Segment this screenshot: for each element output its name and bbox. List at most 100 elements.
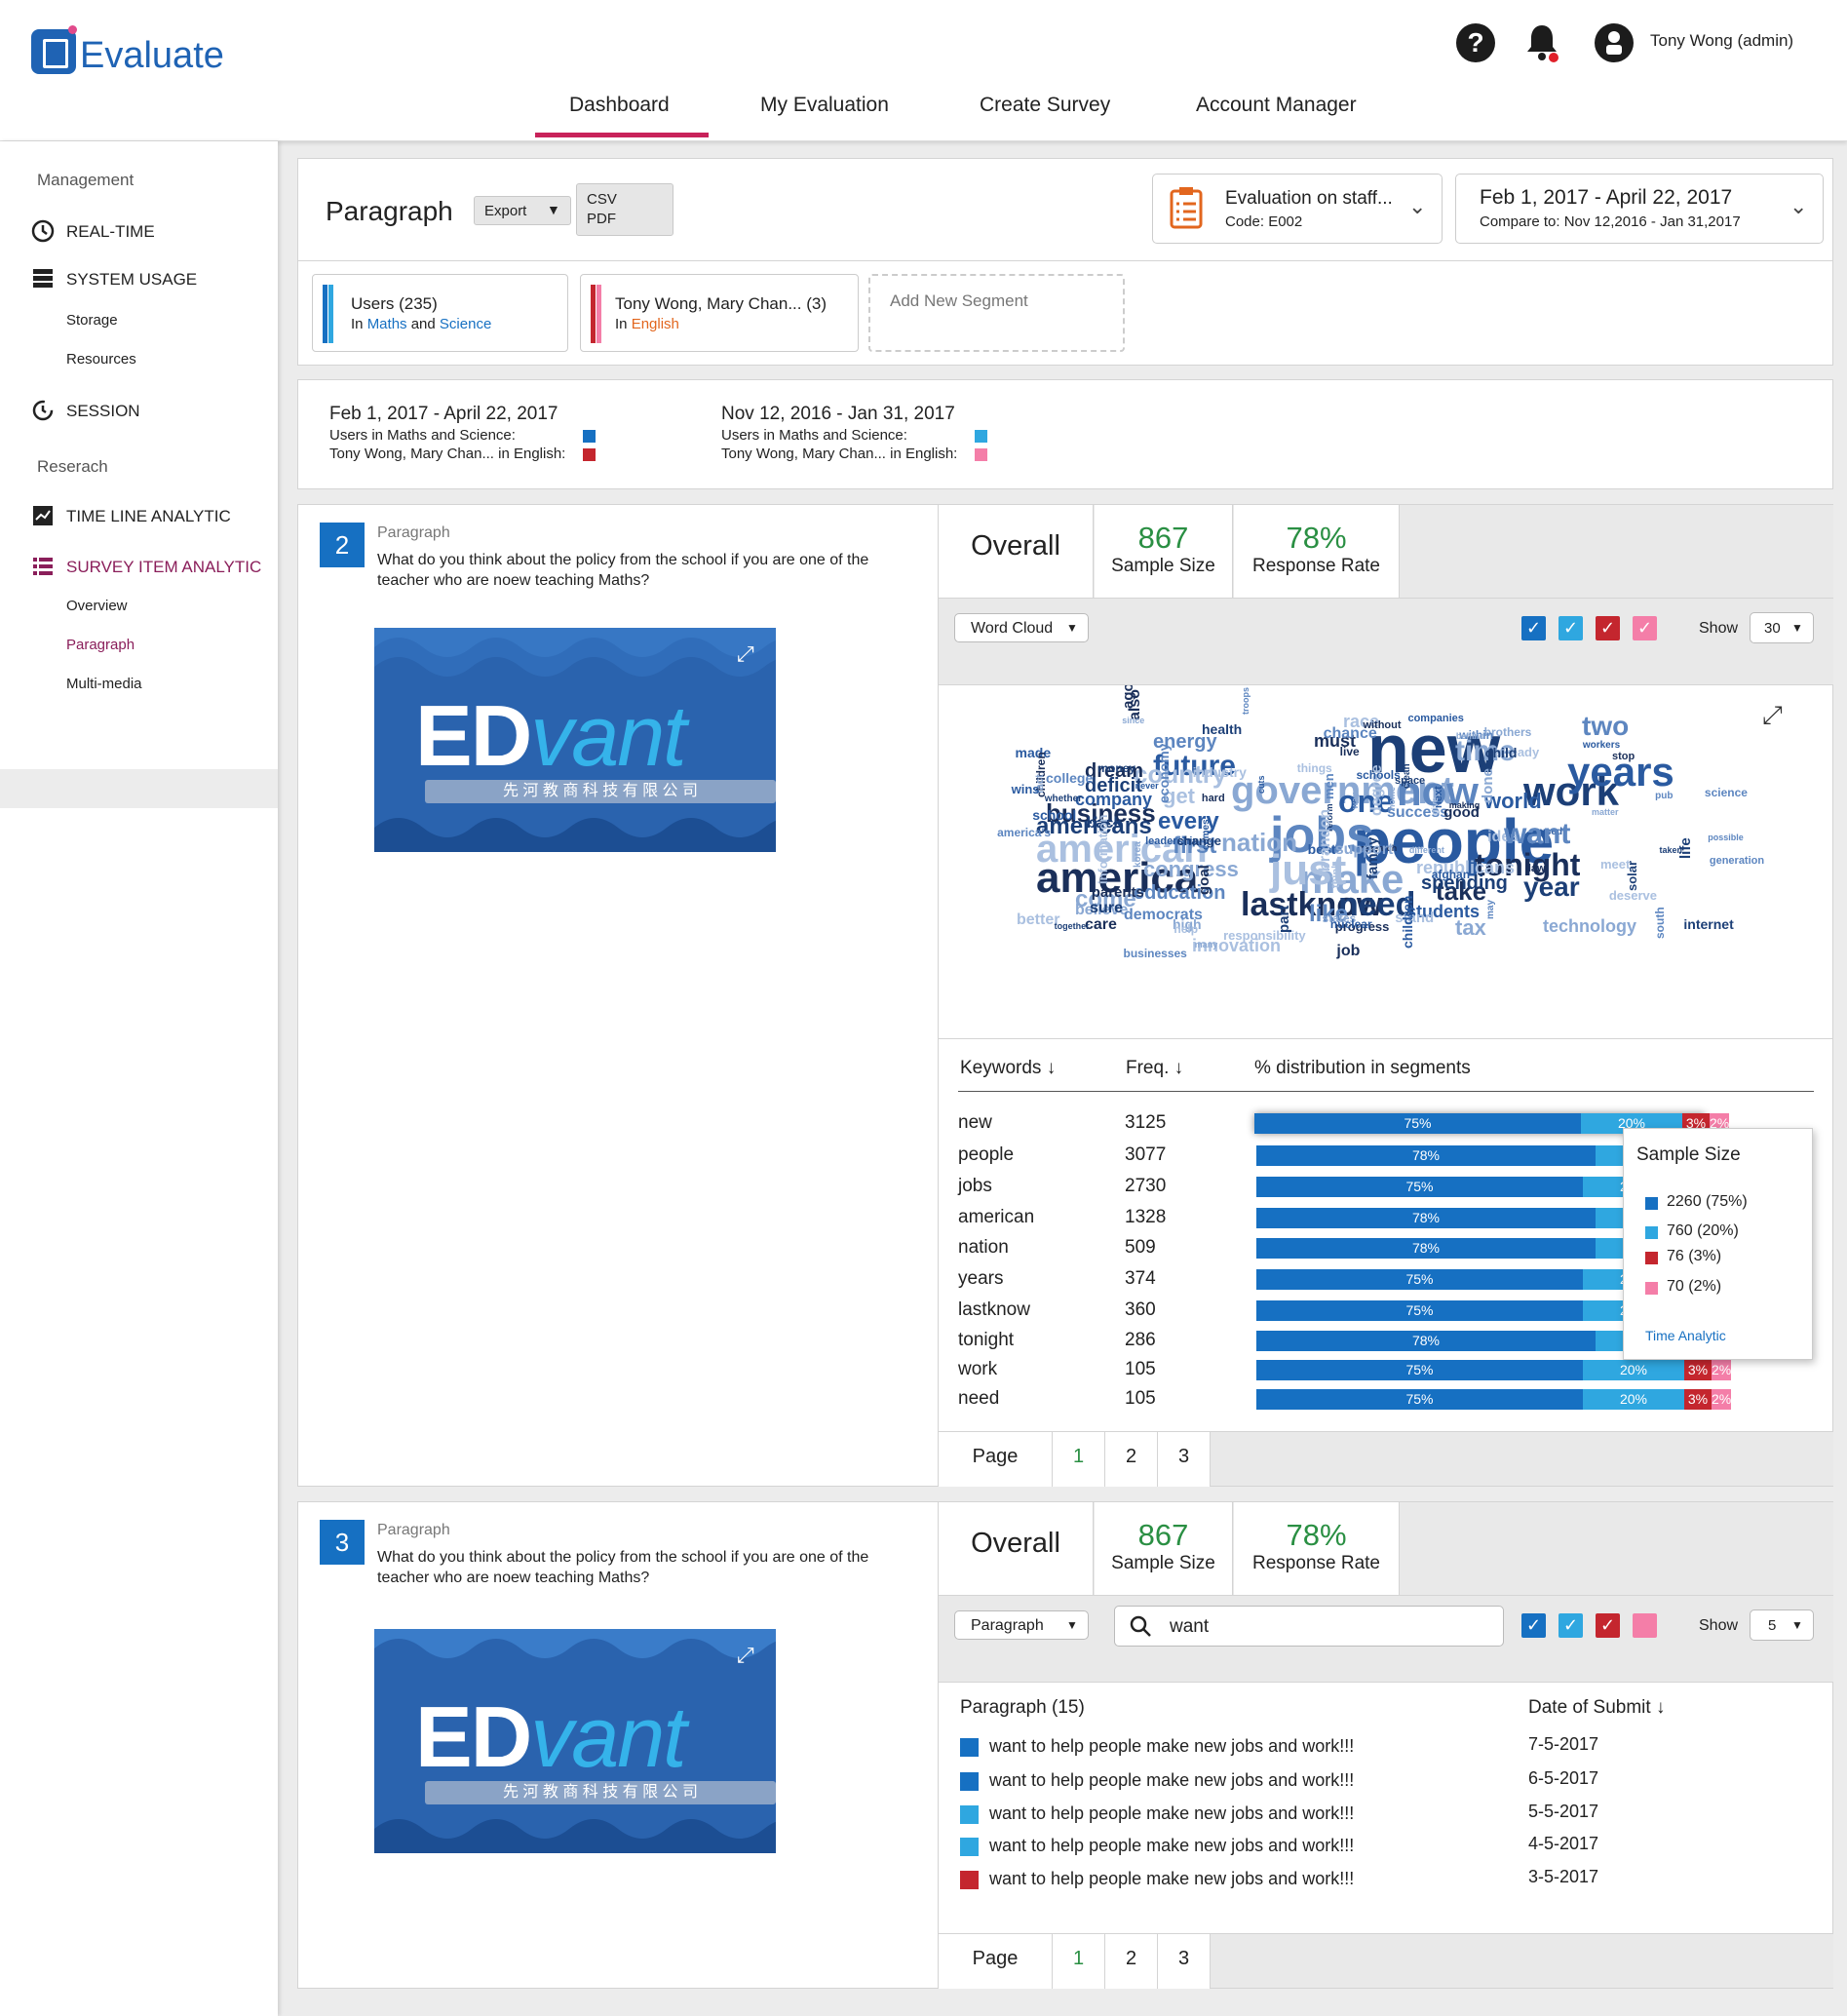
view-type-dropdown[interactable]: Word Cloud ▼ — [954, 613, 1089, 642]
segment-checkbox[interactable]: ✓ — [1596, 616, 1620, 640]
word-cloud-term[interactable]: may — [1485, 900, 1496, 919]
word-cloud-term[interactable]: information — [1096, 814, 1110, 884]
time-analytic-link[interactable]: Time Analytic — [1645, 1328, 1726, 1343]
word-cloud-term[interactable]: technology — [1543, 917, 1636, 935]
word-cloud-term[interactable]: company — [1075, 791, 1152, 808]
add-segment-button[interactable]: Add New Segment — [868, 274, 1125, 352]
segment-checkbox[interactable]: ✓ — [1521, 1613, 1546, 1638]
word-cloud-term[interactable]: cuts — [1256, 775, 1266, 794]
word-cloud[interactable]: new people jobs government american america wo… — [978, 685, 1796, 1056]
word-cloud-term[interactable]: schools — [1356, 769, 1400, 781]
segment-checkbox[interactable]: ✓ — [1633, 616, 1657, 640]
paragraph-row[interactable]: want to help people make new jobs and wo… — [939, 1725, 1833, 1757]
evaluation-selector[interactable]: Evaluation on staff... Code: E002 ⌄ — [1152, 174, 1443, 244]
sidebar-item-resources[interactable]: Resources — [66, 351, 136, 368]
page-3[interactable]: 3 — [1158, 1432, 1211, 1487]
word-cloud-term[interactable]: science — [1705, 787, 1748, 798]
word-cloud-term[interactable]: job — [1336, 943, 1360, 959]
word-cloud-term[interactable]: pub — [1655, 792, 1673, 801]
paragraph-row[interactable]: want to help people make new jobs and wo… — [939, 1824, 1833, 1856]
word-cloud-term[interactable]: parents — [1092, 885, 1144, 900]
word-cloud-term[interactable]: never — [1135, 782, 1159, 791]
page-1[interactable]: 1 — [1053, 1432, 1105, 1487]
word-cloud-term[interactable]: internet — [1683, 917, 1733, 931]
word-cloud-term[interactable]: generation — [1710, 856, 1764, 867]
word-cloud-term[interactable]: life — [1677, 837, 1694, 859]
word-cloud-term[interactable]: child — [1485, 746, 1518, 759]
paragraph-row[interactable]: want to help people make new jobs and wo… — [939, 1857, 1833, 1889]
distribution-bar[interactable]: 75%20%3%2% — [1256, 1360, 1732, 1380]
tab-account-manager[interactable]: Account Manager — [1196, 94, 1357, 117]
word-cloud-term[interactable]: afghan — [1432, 869, 1470, 880]
word-cloud-term[interactable]: since — [1122, 717, 1144, 725]
word-cloud-term[interactable]: one — [1338, 786, 1394, 817]
sidebar-item-timeline-analytic[interactable]: TIME LINE ANALYTIC — [66, 507, 231, 526]
keywords-header[interactable]: Keywords ↓ — [960, 1058, 1056, 1079]
word-cloud-term[interactable]: home — [1387, 787, 1397, 810]
sidebar-item-survey-item-analytic[interactable]: SURVEY ITEM ANALYTIC — [66, 558, 261, 577]
word-cloud-term[interactable]: children — [1400, 896, 1415, 949]
word-cloud-term[interactable]: two — [1582, 713, 1629, 740]
sidebar-item-real-time[interactable]: REAL-TIME — [66, 222, 155, 242]
export-pdf-option[interactable]: PDF — [587, 211, 616, 227]
word-cloud-term[interactable]: part — [1276, 905, 1292, 932]
segment-checkbox[interactable]: ✓ — [1558, 616, 1583, 640]
word-cloud-term[interactable]: sure — [1090, 901, 1123, 916]
tab-dashboard[interactable]: Dashboard — [569, 94, 670, 117]
question-media-thumbnail[interactable]: EDvant 先 河 教 商 科 技 有 限 公 司 ⤢ — [374, 628, 776, 852]
word-cloud-term[interactable]: give — [1430, 797, 1440, 815]
distribution-bar[interactable]: 75%20%3%2% — [1256, 1389, 1732, 1410]
segment-checkbox[interactable]: ✓ — [1558, 1613, 1583, 1638]
word-cloud-term[interactable]: behind — [1456, 731, 1485, 741]
user-name[interactable]: Tony Wong (admin) — [1650, 31, 1793, 51]
notification-bell-icon[interactable] — [1522, 21, 1561, 64]
freq-header[interactable]: Freq. ↓ — [1126, 1058, 1183, 1079]
word-cloud-term[interactable]: many — [1195, 941, 1218, 950]
show-count-dropdown[interactable]: 5 ▼ — [1750, 1609, 1814, 1641]
word-cloud-term[interactable]: together — [1055, 922, 1090, 931]
word-cloud-term[interactable]: change — [1176, 834, 1221, 847]
sidebar-item-storage[interactable]: Storage — [66, 312, 118, 329]
tab-my-evaluation[interactable]: My Evaluation — [760, 94, 889, 117]
word-cloud-term[interactable]: stop — [1612, 751, 1635, 762]
user-avatar-icon[interactable] — [1595, 23, 1634, 62]
word-cloud-term[interactable]: law — [1528, 863, 1546, 874]
word-cloud-term[interactable]: live — [1340, 746, 1360, 757]
date-header[interactable]: Date of Submit ↓ — [1528, 1697, 1665, 1719]
word-cloud-term[interactable]: whether — [1045, 794, 1082, 804]
sidebar-item-paragraph[interactable]: Paragraph — [66, 637, 135, 653]
segment-checkbox[interactable]: ✓ — [1521, 616, 1546, 640]
word-cloud-term[interactable]: businesses — [1123, 948, 1186, 959]
word-cloud-term[interactable]: help — [1174, 923, 1198, 935]
help-icon[interactable]: ? — [1456, 23, 1495, 62]
word-cloud-term[interactable]: hard — [1202, 794, 1225, 804]
word-cloud-term[interactable]: matter — [1592, 808, 1619, 817]
word-cloud-term[interactable]: support — [1335, 842, 1394, 858]
paragraph-row[interactable]: want to help people make new jobs and wo… — [939, 1759, 1833, 1791]
word-cloud-term[interactable]: korea — [1133, 842, 1143, 869]
word-cloud-term[interactable]: school — [1032, 808, 1076, 822]
question-media-thumbnail[interactable]: EDvant 先 河 教 商 科 技 有 限 公 司 ⤢ — [374, 1629, 776, 1853]
word-cloud-term[interactable]: done — [1480, 768, 1496, 803]
search-input[interactable]: want — [1114, 1606, 1504, 1647]
word-cloud-term[interactable]: college — [1046, 771, 1093, 785]
word-cloud-term[interactable]: america's — [997, 827, 1051, 838]
word-cloud-term[interactable]: possible — [1708, 833, 1744, 842]
word-cloud-term[interactable]: congress — [1143, 859, 1239, 880]
word-cloud-term[interactable]: solar — [1625, 861, 1639, 891]
sidebar-item-system-usage[interactable]: SYSTEM USAGE — [66, 270, 197, 290]
word-cloud-term[interactable]: way — [1350, 793, 1360, 809]
word-cloud-term[interactable]: want — [1504, 820, 1570, 849]
paragraph-row[interactable]: want to help people make new jobs and wo… — [939, 1792, 1833, 1824]
word-cloud-term[interactable]: ago — [1120, 685, 1136, 709]
expand-icon[interactable]: ⤢ — [737, 1643, 754, 1668]
word-cloud-term[interactable]: health — [1202, 722, 1242, 736]
word-cloud-term[interactable]: wins — [1012, 783, 1040, 795]
page-2[interactable]: 2 — [1105, 1934, 1158, 1989]
word-cloud-term[interactable]: making — [1449, 801, 1481, 810]
expand-icon[interactable]: ⤢ — [737, 641, 754, 667]
word-cloud-term[interactable]: brandon — [1317, 809, 1333, 872]
segment-checkbox[interactable]: ✓ — [1596, 1613, 1620, 1638]
export-dropdown[interactable]: Export ▼ — [474, 196, 571, 225]
word-cloud-term[interactable]: money — [1097, 762, 1135, 774]
